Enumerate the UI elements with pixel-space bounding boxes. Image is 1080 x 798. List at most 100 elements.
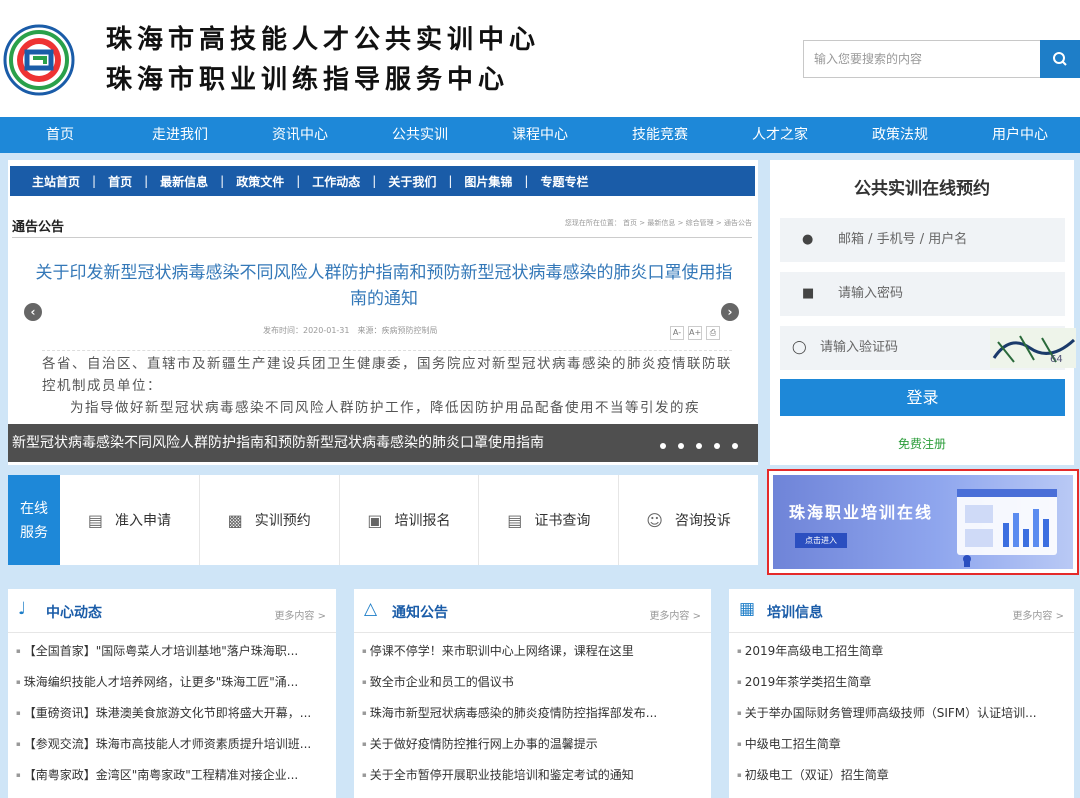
list-item[interactable]: 2019年高级电工招生简章 xyxy=(737,641,1066,672)
service-label: 咨询投诉 xyxy=(674,513,731,529)
slider-dot[interactable] xyxy=(696,443,702,449)
service-label: 准入申请 xyxy=(114,513,171,529)
slide-subnav: 主站首页 | 首页 | 最新信息 | 政策文件 | 工作动态 | 关于我们 | 图片集锦 | … xyxy=(10,166,755,196)
divider xyxy=(42,350,732,351)
slide-caption[interactable]: 新型冠状病毒感染不同风险人群防护指南和预防新型冠状病毒感染的肺炎口罩使用指南 xyxy=(8,424,758,462)
nav-public-training[interactable]: 公共实训 xyxy=(360,117,480,153)
clipboard-icon: ▣ xyxy=(367,510,383,530)
more-link[interactable]: 更多内容 > xyxy=(1012,607,1064,622)
list-item[interactable]: 【全国首家】"国际粤菜人才培训基地"落户珠海职... xyxy=(16,641,328,672)
service-label: 培训报名 xyxy=(394,513,451,529)
slide-article-body: 各省、自治区、直辖市及新疆生产建设兵团卫生健康委，国务院应对新型冠状病毒感染的肺… xyxy=(42,353,737,419)
banner-image: 珠海职业培训在线 点击进入 xyxy=(773,475,1073,569)
font-tools: A- A+ ⎙ xyxy=(670,326,720,340)
slide-section-title: 通告公告 您现在所在位置： 首页 > 最新信息 > 综合管理 > 通告公告 xyxy=(12,216,752,238)
slider-dot[interactable] xyxy=(660,443,666,449)
slider-prev-button[interactable]: ‹ xyxy=(24,303,42,321)
dashboard-illustration-icon xyxy=(957,489,1057,567)
training-banner[interactable]: 珠海职业培训在线 点击进入 xyxy=(767,469,1079,575)
online-services: 在线 服务 ▤ 准入申请 ▩ 实训预约 ▣ 培训报名 ▤ 证书查询 ☺ 咨询投诉 xyxy=(8,475,758,565)
panel-title[interactable]: 中心动态 xyxy=(46,602,102,622)
news-list: 【全国首家】"国际粤菜人才培训基地"落户珠海职... 珠海编织技能人才培养网络，… xyxy=(16,641,328,796)
service-label: 证书查询 xyxy=(534,513,591,529)
list-item[interactable]: 2019年茶学类招生简章 xyxy=(737,672,1066,703)
panel-center-news: ♩ 中心动态 更多内容 > 【全国首家】"国际粤菜人才培训基地"落户珠海职...… xyxy=(8,589,336,798)
panel-notices: △ 通知公告 更多内容 > 停课不停学！来市职训中心上网络课，课程在这里 致全市… xyxy=(354,589,711,798)
service-access-application[interactable]: ▤ 准入申请 xyxy=(60,475,200,565)
print-icon: ⎙ xyxy=(706,326,720,340)
list-item[interactable]: 致全市企业和员工的倡议书 xyxy=(362,672,703,703)
site-logo[interactable] xyxy=(2,14,76,100)
search-button[interactable] xyxy=(1040,40,1080,78)
slide-article-title: 关于印发新型冠状病毒感染不同风险人群防护指南和预防新型冠状病毒感染的肺炎口罩使用… xyxy=(35,263,733,309)
list-item[interactable]: 关于举办国际财务管理师高级技师（SIFM）认证培训... xyxy=(737,703,1066,734)
nav-home[interactable]: 首页 xyxy=(0,117,120,153)
nav-policy[interactable]: 政策法规 xyxy=(840,117,960,153)
nav-user-center[interactable]: 用户中心 xyxy=(960,117,1080,153)
password-placeholder: 请输入密码 xyxy=(838,286,904,301)
subnav-item: 图片集锦 xyxy=(464,174,513,189)
service-training-signup[interactable]: ▣ 培训报名 xyxy=(340,475,480,565)
list-item[interactable]: 珠海市新型冠状病毒感染的肺炎疫情防控指挥部发布... xyxy=(362,703,703,734)
more-link[interactable]: 更多内容 > xyxy=(649,607,701,622)
news-slider[interactable]: 主站首页 | 首页 | 最新信息 | 政策文件 | 工作动态 | 关于我们 | 图片集锦 | … xyxy=(8,160,758,465)
font-increase-icon: A+ xyxy=(688,326,702,340)
username-field[interactable]: ● 邮箱 / 手机号 / 用户名 xyxy=(780,218,1065,262)
svg-text:64: 64 xyxy=(1050,354,1063,365)
list-item[interactable]: 【重磅资讯】珠港澳美食旅游文化节即将盛大开幕，... xyxy=(16,703,328,734)
speaker-icon: ♩ xyxy=(18,599,27,619)
nav-news[interactable]: 资讯中心 xyxy=(240,117,360,153)
service-training-booking[interactable]: ▩ 实训预约 xyxy=(200,475,340,565)
captcha-placeholder: 请输入验证码 xyxy=(820,340,899,355)
list-item[interactable]: 【南粤家政】金湾区"南粤家政"工程精准对接企业... xyxy=(16,765,328,796)
body-paragraph: 为指导做好新型冠状病毒感染不同风险人群防护工作，降低因防护用品配备使用不当等引发… xyxy=(70,400,700,416)
service-label: 实训预约 xyxy=(254,513,311,529)
body-paragraph: 各省、自治区、直辖市及新疆生产建设兵团卫生健康委，国务院应对新型冠状病毒感染的肺… xyxy=(42,356,732,394)
banner-title: 珠海职业培训在线 xyxy=(789,503,934,522)
services-label-line1: 在线 xyxy=(20,501,48,517)
main-nav: 首页 走进我们 资讯中心 公共实训 课程中心 技能竞赛 人才之家 政策法规 用户… xyxy=(0,117,1080,153)
search-input[interactable]: 输入您要搜索的内容 xyxy=(803,40,1040,78)
font-decrease-icon: A- xyxy=(670,326,684,340)
site-title: 珠海市高技能人才公共实训中心 珠海市职业训练指导服务中心 xyxy=(106,20,540,100)
chat-icon: ▩ xyxy=(227,510,243,530)
login-title: 公共实训在线预约 xyxy=(854,179,990,199)
slider-next-button[interactable]: › xyxy=(721,303,739,321)
captcha-field[interactable]: ◯ 请输入验证码 64 xyxy=(780,326,1076,370)
slider-dot[interactable] xyxy=(714,443,720,449)
password-field[interactable]: ■ 请输入密码 xyxy=(780,272,1065,316)
nav-talent[interactable]: 人才之家 xyxy=(720,117,840,153)
slider-dot[interactable] xyxy=(732,443,738,449)
list-item[interactable]: 【参观交流】珠海市高技能人才师资素质提升培训班... xyxy=(16,734,328,765)
document-search-icon: ▤ xyxy=(507,510,523,530)
list-item[interactable]: 关于做好疫情防控推行网上办事的温馨提示 xyxy=(362,734,703,765)
panel-header: ▦ 培训信息 更多内容 > xyxy=(729,589,1074,633)
subnav-item: 首页 xyxy=(108,174,133,189)
chat-bubble-icon: ☺ xyxy=(646,510,663,530)
register-link[interactable]: 免费注册 xyxy=(770,435,1074,452)
panel-title[interactable]: 通知公告 xyxy=(392,602,448,622)
news-list: 停课不停学！来市职训中心上网络课，课程在这里 致全市企业和员工的倡议书 珠海市新… xyxy=(362,641,703,796)
site-title-line1: 珠海市高技能人才公共实训中心 xyxy=(106,25,541,55)
more-link[interactable]: 更多内容 > xyxy=(274,607,326,622)
slider-dot[interactable] xyxy=(678,443,684,449)
list-item[interactable]: 珠海编织技能人才培养网络，让更多"珠海工匠"涌... xyxy=(16,672,328,703)
subnav-item: 主站首页 xyxy=(32,174,81,189)
list-item[interactable]: 停课不停学！来市职训中心上网络课，课程在这里 xyxy=(362,641,703,672)
subnav-item: 政策文件 xyxy=(236,174,285,189)
nav-courses[interactable]: 课程中心 xyxy=(480,117,600,153)
banner-enter-button[interactable]: 点击进入 xyxy=(795,533,847,548)
nav-competitions[interactable]: 技能竞赛 xyxy=(600,117,720,153)
captcha-image[interactable]: 64 xyxy=(990,328,1076,368)
service-consult-complaint[interactable]: ☺ 咨询投诉 xyxy=(619,475,758,565)
list-item[interactable]: 初级电工（双证）招生简章 xyxy=(737,765,1066,796)
login-button[interactable]: 登录 xyxy=(780,379,1065,416)
cube-icon: △ xyxy=(364,599,378,619)
list-item[interactable]: 中级电工招生简章 xyxy=(737,734,1066,765)
panel-header: △ 通知公告 更多内容 > xyxy=(354,589,711,633)
panel-title[interactable]: 培训信息 xyxy=(767,602,823,622)
list-item[interactable]: 关于全市暂停开展职业技能培训和鉴定考试的通知 xyxy=(362,765,703,796)
service-certificate-query[interactable]: ▤ 证书查询 xyxy=(479,475,620,565)
login-panel: 公共实训在线预约 ● 邮箱 / 手机号 / 用户名 ■ 请输入密码 ◯ 请输入验… xyxy=(770,160,1076,465)
nav-about[interactable]: 走进我们 xyxy=(120,117,240,153)
